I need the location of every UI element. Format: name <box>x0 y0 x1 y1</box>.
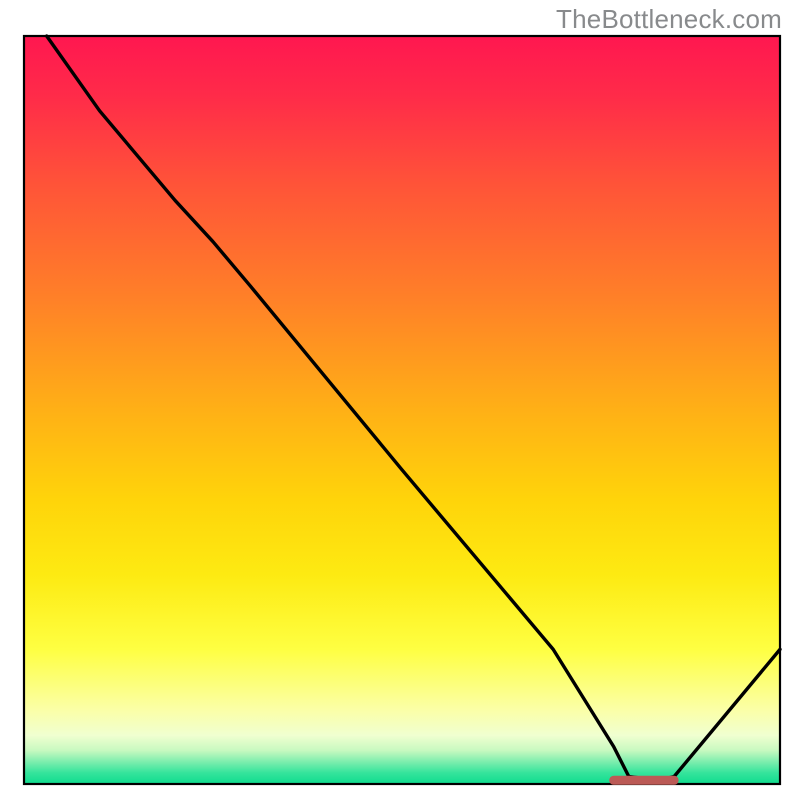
bottleneck-chart <box>0 0 800 800</box>
watermark-text: TheBottleneck.com <box>556 4 782 35</box>
chart-container: TheBottleneck.com <box>0 0 800 800</box>
chart-background <box>24 36 780 784</box>
